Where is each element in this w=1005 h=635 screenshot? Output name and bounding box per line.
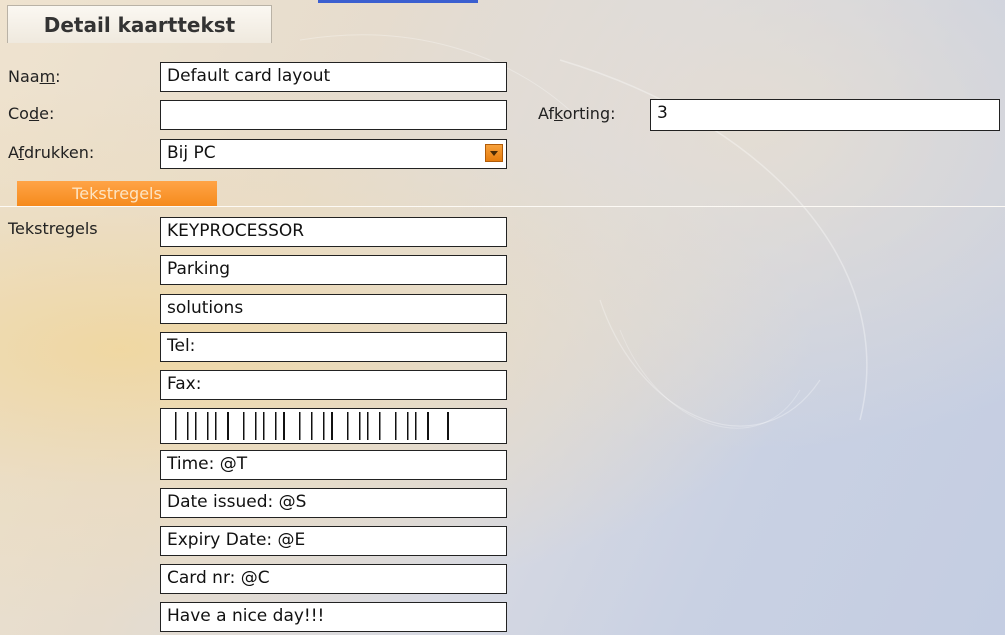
abbreviation-field[interactable]: 3 (650, 99, 1000, 131)
name-label: Naam: (8, 67, 61, 86)
print-select-value: Bij PC (167, 143, 216, 163)
text-line-field[interactable]: solutions (160, 294, 507, 324)
text-line-field[interactable]: Date issued: @S (160, 488, 507, 518)
text-line-field[interactable]: Fax: (160, 370, 507, 400)
text-line-field[interactable]: Tel: (160, 332, 507, 362)
text-line-field[interactable]: Have a nice day!!! (160, 602, 507, 632)
lines-label: Tekstregels (8, 219, 98, 238)
chevron-down-icon[interactable] (485, 144, 503, 162)
code-label: Code: (8, 104, 55, 123)
barcode-icon (175, 412, 449, 440)
text-line-field[interactable]: Parking (160, 255, 507, 285)
tab-tekstregels[interactable]: Tekstregels (17, 181, 217, 206)
section-divider (0, 206, 1005, 207)
barcode-line-field[interactable] (160, 408, 507, 444)
text-line-field[interactable]: KEYPROCESSOR (160, 217, 507, 247)
abbreviation-label: Afkorting: (538, 104, 616, 123)
page-title: Detail kaarttekst (7, 5, 272, 43)
text-line-field[interactable]: Time: @T (160, 450, 507, 480)
code-field[interactable] (160, 100, 507, 130)
name-field[interactable]: Default card layout (160, 62, 507, 92)
print-select[interactable]: Bij PC (160, 139, 507, 169)
text-line-field[interactable]: Expiry Date: @E (160, 526, 507, 556)
print-label: Afdrukken: (8, 143, 95, 162)
text-line-field[interactable]: Card nr: @C (160, 564, 507, 594)
top-link[interactable] (318, 0, 478, 3)
